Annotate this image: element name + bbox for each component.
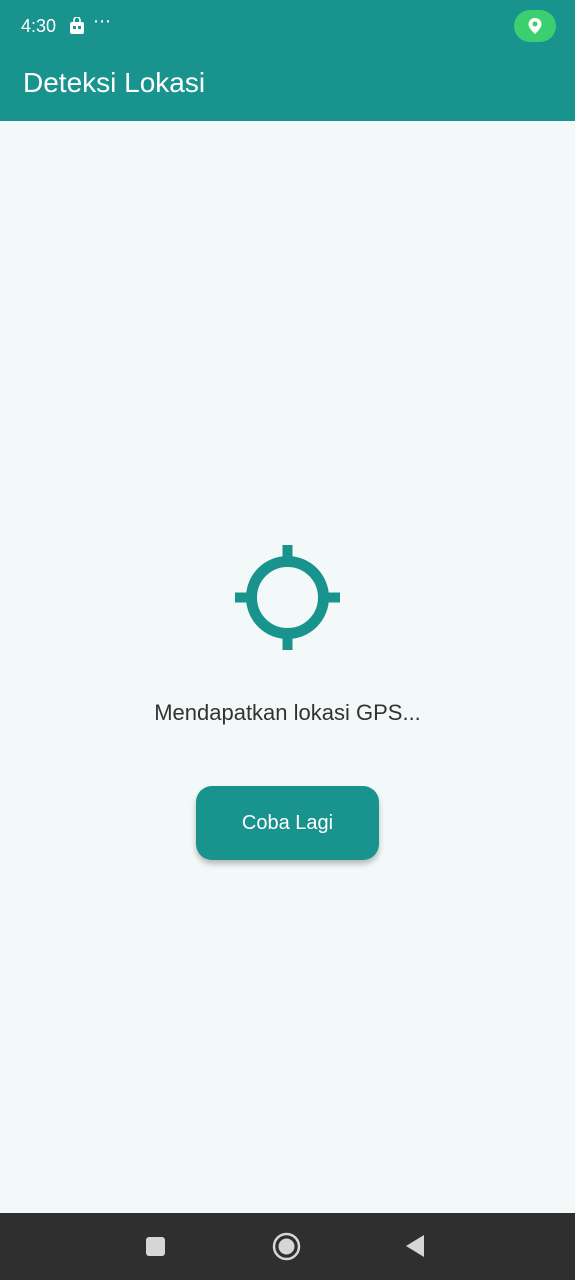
page-title: Deteksi Lokasi — [23, 67, 206, 98]
status-message: Mendapatkan lokasi GPS... — [154, 700, 421, 725]
store-notification-icon — [70, 17, 84, 34]
status-time: 4:30 — [21, 16, 57, 36]
recents-icon[interactable] — [146, 1237, 165, 1256]
location-indicator[interactable] — [514, 10, 556, 42]
status-bar: 4:30 ⋯ — [0, 0, 575, 52]
more-notifications-icon: ⋯ — [93, 11, 112, 31]
gps-crosshair-icon — [235, 545, 340, 650]
home-icon[interactable] — [272, 1232, 301, 1261]
navigation-bar — [0, 1213, 575, 1280]
app-bar: Deteksi Lokasi — [0, 52, 575, 121]
back-icon[interactable] — [404, 1234, 426, 1258]
location-icon — [528, 18, 542, 34]
retry-button[interactable]: Coba Lagi — [196, 786, 379, 860]
